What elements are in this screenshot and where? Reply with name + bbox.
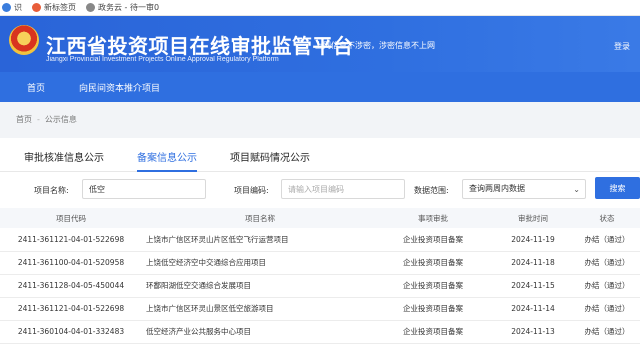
national-emblem-icon [9,25,39,55]
bookmark-new-tab[interactable]: 新标签页 [32,2,76,13]
cell-type: 企业投资项目备案 [374,297,492,321]
cell-date: 2024-11-18 [492,251,574,275]
bookmark-new-tab-label: 新标签页 [44,3,76,12]
cell-status: 办结（通过） [574,320,640,344]
bookmark-1[interactable]: 识 [2,2,22,13]
bookmarks-bar: 识 新标签页 政务云 - 待一审0 [0,0,640,16]
breadcrumb-current: 公示信息 [44,114,77,124]
search-button[interactable]: 搜索 [595,177,640,199]
cell-name[interactable]: 上饶低空经济空中交通综合应用项目 [142,251,374,275]
nav-private-capital-projects[interactable]: 向民间资本推介项目 [65,81,174,94]
cell-date: 2024-11-14 [492,297,574,321]
table-header-row: 项目代码 项目名称 事项审批 审批时间 状态 [0,208,640,228]
project-name-label: 项目名称: [34,186,69,195]
site-header: 江西省投资项目在线审批监管平台 Jiangxi Provincial Inves… [0,16,640,72]
cell-code: 2411-361128-04-05-450044 [0,274,142,298]
cell-status: 办结（通过） [574,228,640,252]
header-project-code: 项目代码 [0,208,142,228]
cell-name[interactable]: 上饶市广信区环灵山片区低空飞行运营项目 [142,228,374,252]
data-range-value: 查询两周内数据 [469,184,525,193]
site-title: 江西省投资项目在线审批监管平台 [46,34,354,58]
header-project-name: 项目名称 [142,208,374,228]
nav-home[interactable]: 首页 [0,81,65,94]
table-row[interactable]: 2411-361121-04-01-522698 上饶市广信区环灵山景区低空旅游… [0,297,640,321]
cell-code: 2411-361100-04-01-520958 [0,251,142,275]
tab-filing-info[interactable]: 备案信息公示 [137,149,197,172]
filter-bar: 项目名称: 项目编码: 数据范围: 查询两周内数据 ⌄ 搜索 [0,172,640,208]
table-row[interactable]: 2411-361100-04-01-520958 上饶低空经济空中交通综合应用项… [0,251,640,275]
cell-code: 2411-361121-04-01-522698 [0,297,142,321]
cell-code: 2411-361121-04-01-522698 [0,228,142,252]
project-name-input[interactable] [82,179,206,199]
main-nav: 首页 向民间资本推介项目 [0,72,640,102]
login-link[interactable]: 登录 [614,41,630,52]
tab-bar: 审批核准信息公示 备案信息公示 项目赋码情况公示 [0,138,640,172]
gov-cloud-icon [86,3,95,12]
chevron-down-icon: ⌄ [573,185,580,194]
cell-status: 办结（通过） [574,297,640,321]
cell-type: 企业投资项目备案 [374,274,492,298]
results-table: 项目代码 项目名称 事项审批 审批时间 状态 2411-361121-04-01… [0,208,640,344]
bookmark-gov-cloud[interactable]: 政务云 - 待一审0 [86,2,159,13]
cell-date: 2024-11-13 [492,320,574,344]
cell-type: 企业投资项目备案 [374,320,492,344]
bookmark-1-icon [2,3,11,12]
breadcrumb: 首页 - 公示信息 [0,102,640,136]
cell-status: 办结（通过） [574,251,640,275]
header-status: 状态 [574,208,640,228]
cell-type: 企业投资项目备案 [374,251,492,275]
bookmark-gov-cloud-label: 政务云 - 待一审0 [98,3,160,12]
table-row[interactable]: 2411-360104-04-01-332483 低空经济产业公共服务中心项目 … [0,320,640,344]
breadcrumb-home[interactable]: 首页 [16,114,32,125]
cell-date: 2024-11-19 [492,228,574,252]
tab-code-assignment[interactable]: 项目赋码情况公示 [230,149,310,171]
cell-status: 办结（通过） [574,274,640,298]
project-code-input[interactable] [281,179,405,199]
header-approval-item: 事项审批 [374,208,492,228]
breadcrumb-separator: - [37,114,40,124]
project-code-label: 项目编码: [234,186,269,195]
site-subtitle: Jiangxi Provincial Investment Projects O… [46,56,279,63]
bookmark-1-label: 识 [14,3,22,12]
new-tab-icon [32,3,41,12]
cell-date: 2024-11-15 [492,274,574,298]
tab-approval-info[interactable]: 审批核准信息公示 [24,149,104,171]
cell-name[interactable]: 环鄱阳湖低空交通综合发展项目 [142,274,374,298]
cell-name[interactable]: 上饶市广信区环灵山景区低空旅游项目 [142,297,374,321]
cell-type: 企业投资项目备案 [374,228,492,252]
table-row[interactable]: 2411-361128-04-05-450044 环鄱阳湖低空交通综合发展项目 … [0,274,640,298]
content-panel: 审批核准信息公示 备案信息公示 项目赋码情况公示 项目名称: 项目编码: 数据范… [0,138,640,355]
data-range-select[interactable]: 查询两周内数据 ⌄ [462,179,586,199]
cell-code: 2411-360104-04-01-332483 [0,320,142,344]
data-range-label: 数据范围: [414,186,449,195]
header-slogan: 上网信息不涉密，涉密信息不上网 [315,41,435,50]
header-approval-time: 审批时间 [492,208,574,228]
table-row[interactable]: 2411-361121-04-01-522698 上饶市广信区环灵山片区低空飞行… [0,228,640,252]
cell-name[interactable]: 低空经济产业公共服务中心项目 [142,320,374,344]
